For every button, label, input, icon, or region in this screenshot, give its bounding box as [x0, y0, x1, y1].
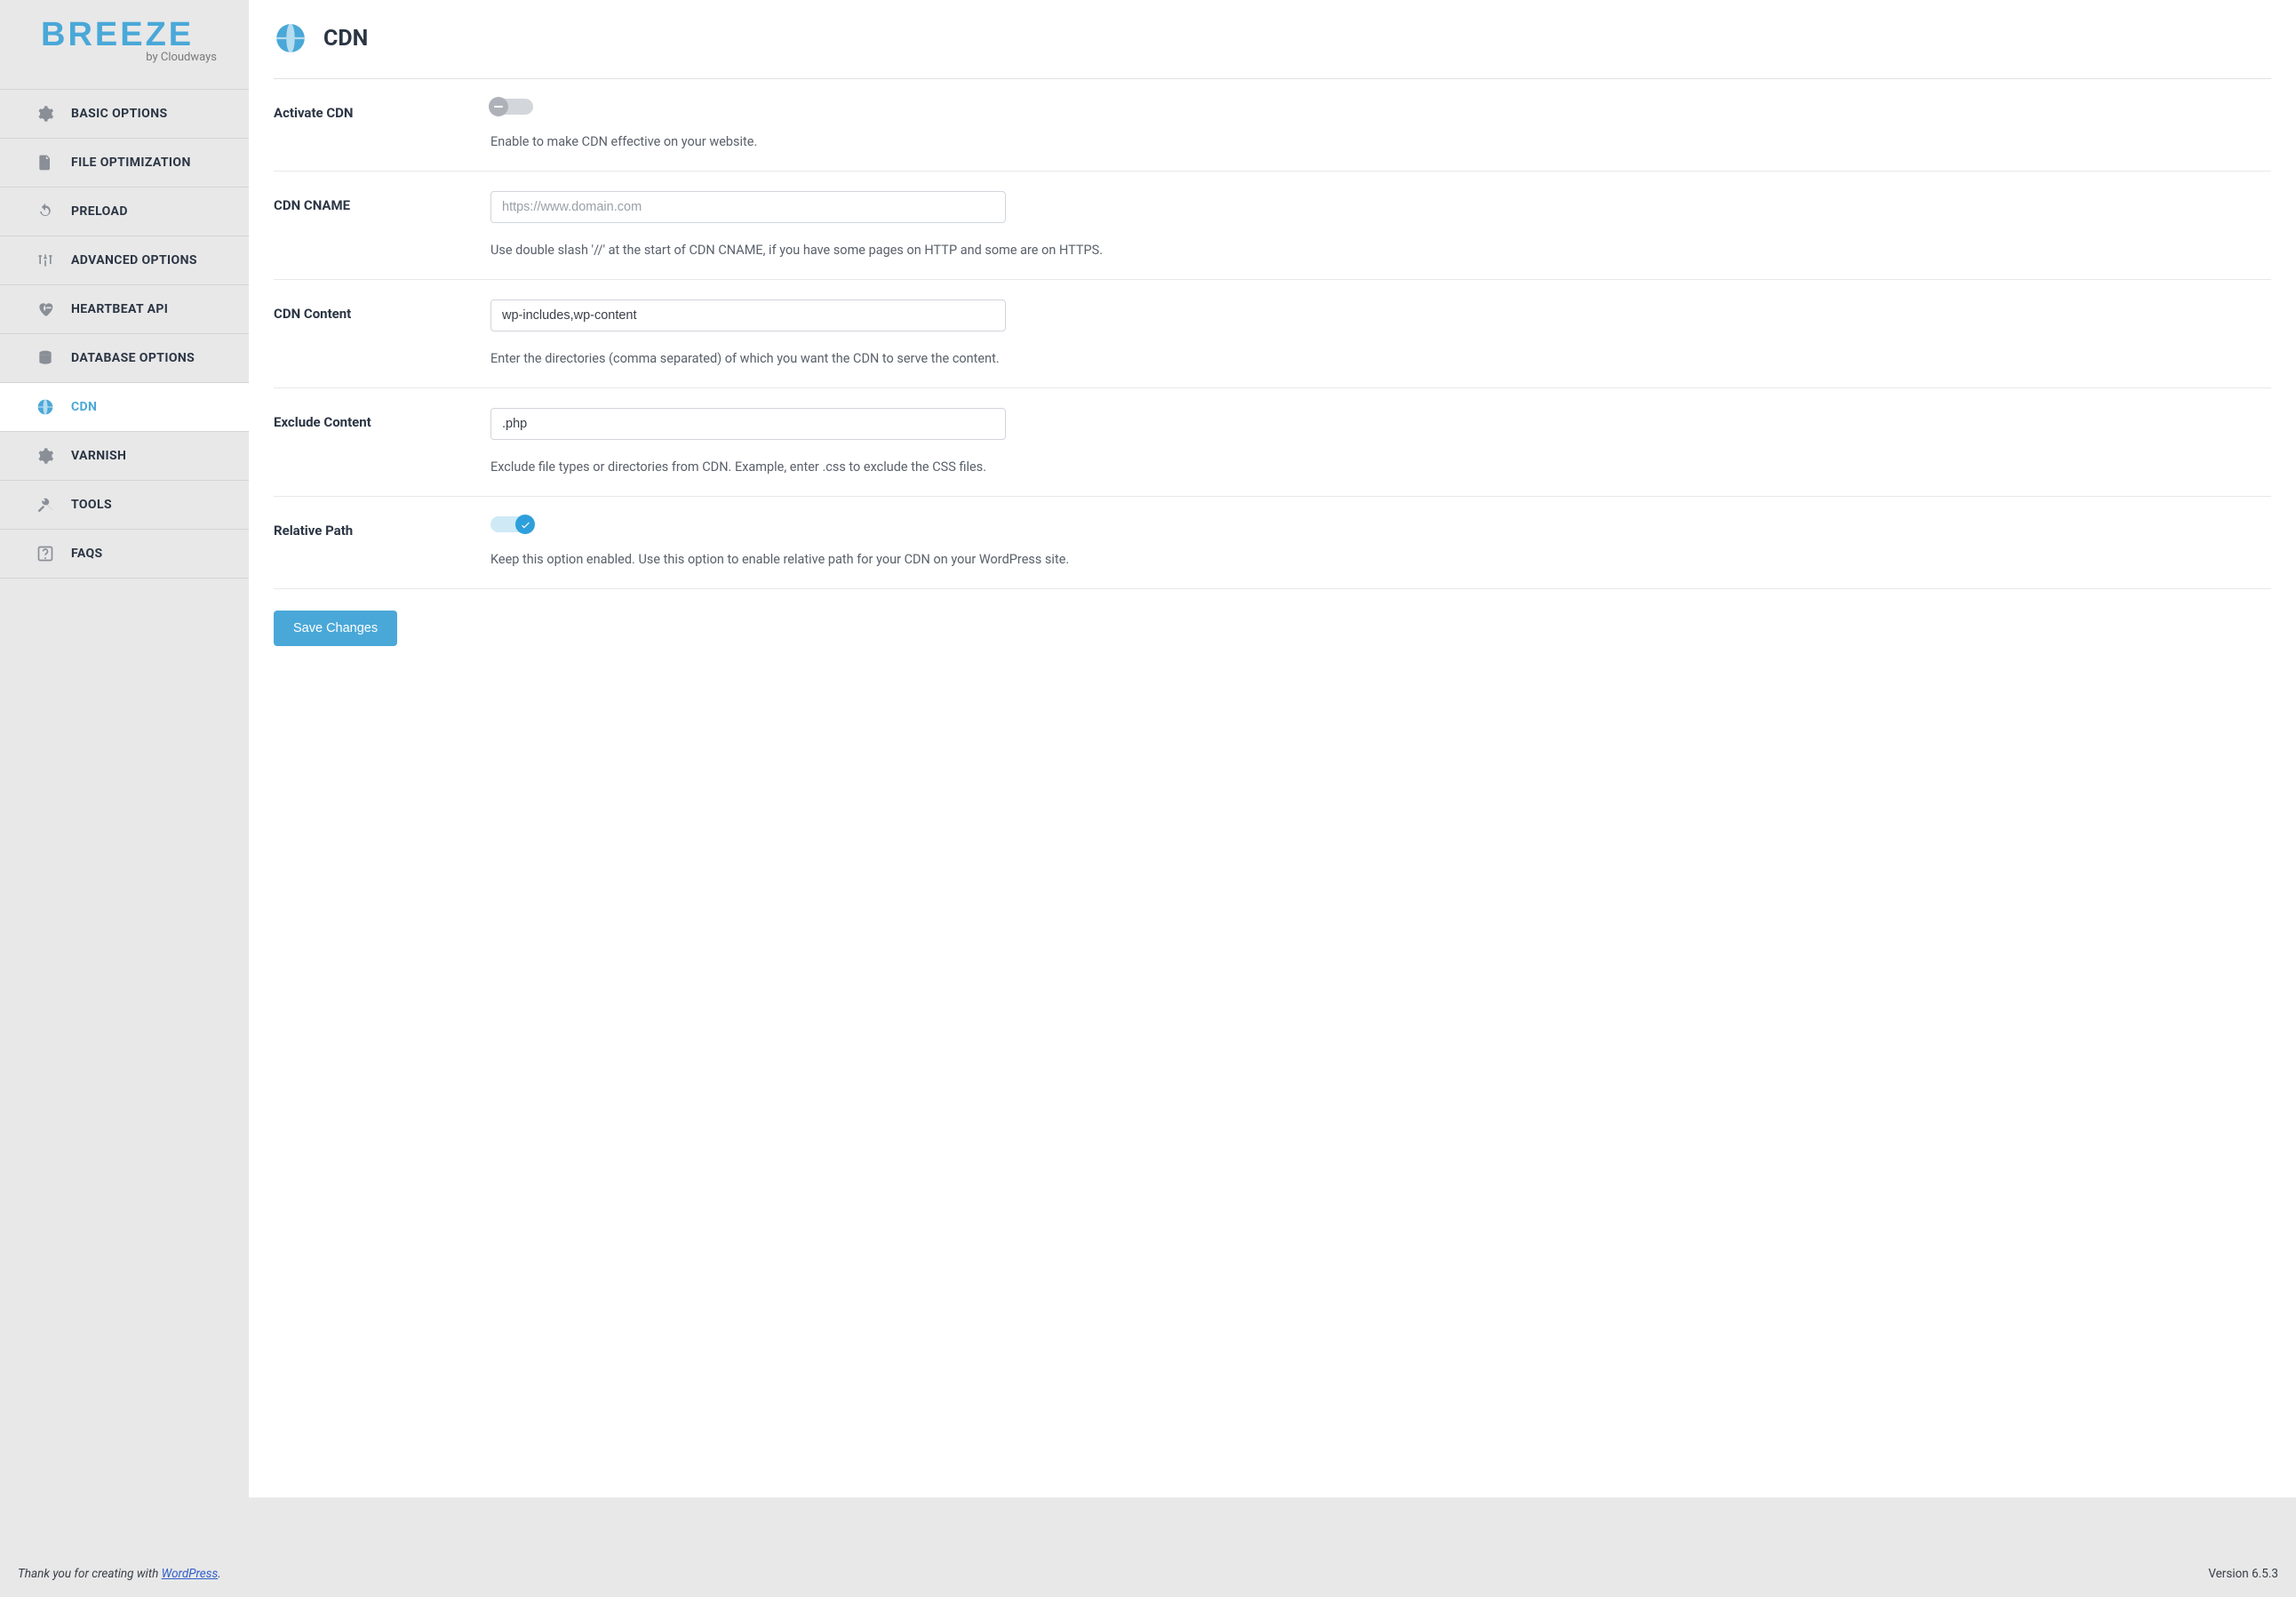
- page-title: CDN: [323, 26, 368, 52]
- setting-relative-path: Relative Path Keep this option enabled. …: [274, 497, 2271, 589]
- relative-path-toggle[interactable]: [490, 516, 533, 532]
- setting-label: Activate CDN: [274, 105, 354, 121]
- reload-icon: [36, 202, 55, 221]
- faq-icon: [36, 544, 55, 563]
- sliders-icon: [36, 251, 55, 270]
- sidebar-item-cdn[interactable]: CDN: [0, 382, 249, 431]
- cdn-content-input[interactable]: [490, 299, 1006, 331]
- setting-label: Exclude Content: [274, 414, 371, 430]
- file-icon: [36, 153, 55, 172]
- globe-icon: [274, 21, 307, 55]
- setting-desc: Use double slash '//' at the start of CD…: [490, 241, 2271, 260]
- setting-cdn-content: CDN Content Enter the directories (comma…: [274, 280, 2271, 388]
- sidebar-item-preload[interactable]: PRELOAD: [0, 187, 249, 236]
- brand-logo: BREEZE by Cloudways: [0, 16, 249, 89]
- sidebar-item-label: ADVANCED OPTIONS: [71, 253, 197, 267]
- sidebar-item-label: FAQS: [71, 547, 103, 561]
- setting-desc: Exclude file types or directories from C…: [490, 458, 2271, 476]
- gear-icon: [36, 104, 55, 124]
- database-icon: [36, 348, 55, 368]
- sidebar-item-label: DATABASE OPTIONS: [71, 351, 195, 365]
- sidebar-item-heartbeat-api[interactable]: HEARTBEAT API: [0, 284, 249, 333]
- sidebar-item-label: HEARTBEAT API: [71, 302, 168, 316]
- wordpress-link[interactable]: WordPress: [162, 1567, 219, 1581]
- setting-cdn-cname: CDN CNAME Use double slash '//' at the s…: [274, 172, 2271, 280]
- sidebar-item-label: FILE OPTIMIZATION: [71, 156, 191, 170]
- page-header: CDN: [274, 21, 2271, 79]
- setting-label: Relative Path: [274, 523, 353, 539]
- setting-activate-cdn: Activate CDN Enable to make CDN effectiv…: [274, 79, 2271, 172]
- sidebar-nav: BASIC OPTIONS FILE OPTIMIZATION PRELOAD …: [0, 89, 249, 579]
- sidebar-item-file-optimization[interactable]: FILE OPTIMIZATION: [0, 138, 249, 187]
- heartbeat-icon: [36, 299, 55, 319]
- setting-desc: Keep this option enabled. Use this optio…: [490, 550, 2271, 569]
- sidebar-item-database-options[interactable]: DATABASE OPTIONS: [0, 333, 249, 382]
- exclude-content-input[interactable]: [490, 408, 1006, 440]
- gear-icon: [36, 446, 55, 466]
- sidebar-item-varnish[interactable]: VARNISH: [0, 431, 249, 480]
- sidebar: BREEZE by Cloudways BASIC OPTIONS FILE O…: [0, 0, 249, 1551]
- sidebar-item-advanced-options[interactable]: ADVANCED OPTIONS: [0, 236, 249, 284]
- cdn-cname-input[interactable]: [490, 191, 1006, 223]
- sidebar-item-label: VARNISH: [71, 449, 126, 463]
- setting-desc: Enable to make CDN effective on your web…: [490, 132, 2271, 151]
- save-changes-button[interactable]: Save Changes: [274, 611, 397, 646]
- sidebar-item-basic-options[interactable]: BASIC OPTIONS: [0, 89, 249, 138]
- tools-icon: [36, 495, 55, 515]
- footer-version: Version 6.5.3: [2208, 1567, 2278, 1581]
- sidebar-item-label: PRELOAD: [71, 204, 128, 219]
- activate-cdn-toggle[interactable]: [490, 99, 533, 115]
- sidebar-item-label: BASIC OPTIONS: [71, 107, 168, 121]
- globe-icon: [36, 397, 55, 417]
- footer: Thank you for creating with WordPress. V…: [0, 1551, 2296, 1597]
- check-icon: [515, 515, 535, 534]
- footer-thanks: Thank you for creating with WordPress.: [18, 1567, 221, 1581]
- setting-exclude-content: Exclude Content Exclude file types or di…: [274, 388, 2271, 497]
- setting-label: CDN Content: [274, 306, 351, 322]
- main-panel: CDN Activate CDN Enable to make CDN effe…: [249, 0, 2296, 1497]
- setting-label: CDN CNAME: [274, 197, 350, 213]
- sidebar-item-label: TOOLS: [71, 498, 112, 512]
- sidebar-item-faqs[interactable]: FAQS: [0, 529, 249, 579]
- sidebar-item-tools[interactable]: TOOLS: [0, 480, 249, 529]
- brand-name: BREEZE: [41, 16, 220, 54]
- setting-desc: Enter the directories (comma separated) …: [490, 349, 2271, 368]
- sidebar-item-label: CDN: [71, 400, 97, 414]
